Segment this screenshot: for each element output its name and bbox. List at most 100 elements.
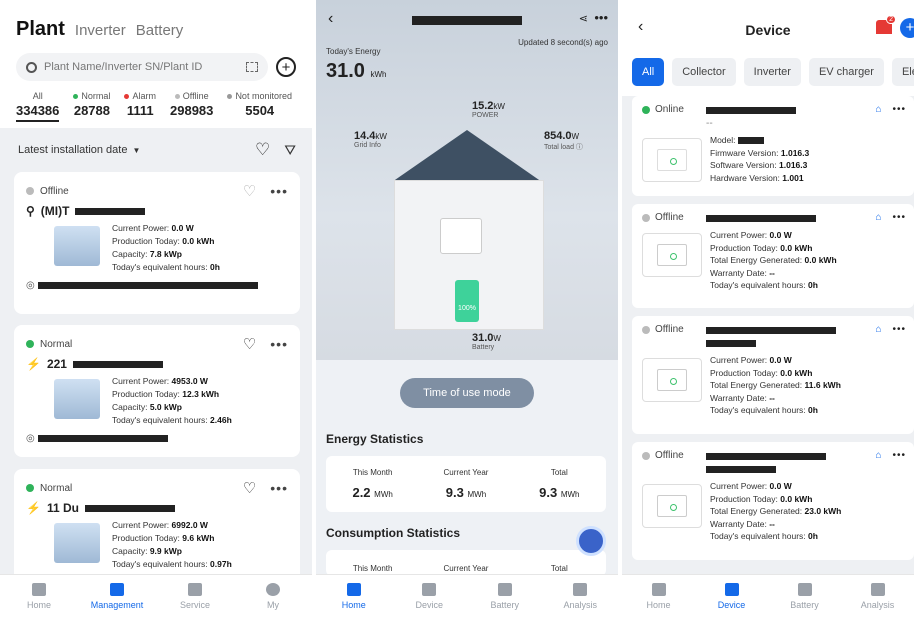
- info-value: 23.0 kWh: [804, 506, 842, 516]
- chip-inverter[interactable]: Inverter: [743, 58, 801, 86]
- production-value: 12.3 kWh: [182, 389, 220, 399]
- plant-type-icon: ⚡: [26, 357, 41, 371]
- more-icon[interactable]: •••: [892, 450, 906, 461]
- nav-device[interactable]: Device: [392, 575, 468, 618]
- nav-my[interactable]: My: [234, 575, 312, 618]
- more-icon[interactable]: •••: [270, 480, 288, 496]
- monitor-icon[interactable]: ⌂: [875, 450, 882, 461]
- info-value: --: [769, 392, 775, 403]
- add-device-button[interactable]: +: [900, 18, 914, 38]
- power-label: Current Power:: [112, 223, 170, 233]
- caret-down-icon[interactable]: ▼: [132, 146, 140, 155]
- plant-card[interactable]: Normal ♡ ••• ⚡ 221 Current Power: 4953.0 W …: [14, 325, 300, 457]
- plant-info: Current Power: 6992.0 W Production Today…: [112, 519, 232, 571]
- info-label: Today's equivalent hours:: [710, 405, 806, 415]
- plant-status: Normal: [40, 338, 73, 350]
- monitor-icon[interactable]: ⌂: [875, 212, 882, 223]
- todays-energy-value: 31.0 kWh: [326, 60, 387, 83]
- nav-battery[interactable]: Battery: [768, 575, 841, 618]
- plant-list-screen: Plant Inverter Battery Plant Name/Invert…: [0, 0, 312, 618]
- stat-offline[interactable]: Offline 298983: [170, 91, 213, 122]
- favorite-heart-icon[interactable]: ♡: [243, 479, 256, 497]
- nav-management[interactable]: Management: [78, 575, 156, 618]
- device-card[interactable]: Offline ⌂ ••• Current Power: 0.0 W Produc…: [632, 316, 914, 434]
- device-card[interactable]: Offline ⌂ ••• Current Power: 0.0 W Produc…: [632, 204, 914, 308]
- nav-device[interactable]: Device: [695, 575, 768, 618]
- tab-battery[interactable]: Battery: [136, 22, 184, 39]
- stat-value: 9.3: [539, 485, 558, 500]
- inverter-image: [642, 358, 702, 402]
- more-icon[interactable]: •••: [892, 324, 906, 335]
- redacted-device-name: [706, 214, 816, 222]
- assistant-bot-icon[interactable]: [576, 526, 606, 556]
- info-label: Today's equivalent hours:: [710, 280, 806, 290]
- stat-alarm[interactable]: Alarm 1111: [124, 91, 156, 122]
- info-value: 11.6 kWh: [804, 380, 841, 390]
- not-monitored-dot-icon: [227, 93, 233, 99]
- device-card[interactable]: Offline ⌂ ••• Current Power: 0.0 W Produc…: [632, 442, 914, 560]
- battery-icon: [797, 583, 812, 596]
- stat-normal[interactable]: Normal 28788: [73, 91, 110, 122]
- redacted-device-name: [706, 106, 796, 114]
- favorite-heart-icon[interactable]: ♡: [243, 182, 256, 200]
- share-icon[interactable]: ⋖: [579, 12, 588, 25]
- monitor-icon[interactable]: ⌂: [875, 324, 882, 335]
- stat-label: This Month: [352, 564, 393, 573]
- more-icon[interactable]: •••: [892, 212, 906, 223]
- tab-inverter[interactable]: Inverter: [75, 22, 126, 39]
- stat-label: Total: [550, 564, 568, 573]
- monitor-icon[interactable]: ⌂: [875, 104, 882, 115]
- nav-label: Home: [341, 600, 366, 610]
- production-label: Production Today:: [112, 389, 180, 399]
- nav-battery[interactable]: Battery: [467, 575, 543, 618]
- back-icon[interactable]: ‹: [328, 10, 333, 28]
- energy-statistics-box: This Month 2.2 MWh Current Year 9.3 MWh To…: [326, 456, 606, 512]
- info-value: 0h: [808, 280, 818, 290]
- power-label: Current Power:: [112, 520, 170, 530]
- chip-all[interactable]: All: [632, 58, 665, 86]
- info-value: 1.001: [782, 172, 804, 183]
- stat-all[interactable]: All 334386: [16, 91, 60, 122]
- nav-label: Battery: [790, 600, 819, 610]
- nav-analysis[interactable]: Analysis: [543, 575, 619, 618]
- chip-collector[interactable]: Collector: [672, 58, 736, 86]
- time-of-use-button[interactable]: Time of use mode: [400, 378, 534, 408]
- analysis-icon: [870, 583, 885, 596]
- nav-home[interactable]: Home: [0, 575, 78, 618]
- scan-icon[interactable]: [246, 62, 258, 72]
- add-plant-button[interactable]: +: [276, 57, 296, 77]
- battery-icon[interactable]: 100%: [455, 280, 479, 322]
- tab-plant[interactable]: Plant: [16, 18, 65, 41]
- more-icon[interactable]: •••: [892, 104, 906, 115]
- chip-electric-meter[interactable]: Electric m: [891, 58, 914, 86]
- filter-icon[interactable]: ⛛: [284, 142, 296, 159]
- nav-analysis[interactable]: Analysis: [841, 575, 914, 618]
- info-value: --: [769, 518, 775, 529]
- stat-label: Total: [550, 468, 568, 477]
- status-dot-icon: [642, 213, 650, 222]
- nav-home[interactable]: Home: [622, 575, 695, 618]
- plant-card[interactable]: Normal ♡ ••• ⚡ 11 Du Current Power: 6992.0 …: [14, 469, 300, 589]
- nav-label: Analysis: [860, 600, 895, 610]
- nav-service[interactable]: Service: [156, 575, 234, 618]
- inverter-icon[interactable]: [440, 218, 482, 254]
- device-card[interactable]: Online -- ⌂ ••• Model: Firmware Version: …: [632, 96, 914, 196]
- status-dot-icon: [26, 484, 34, 492]
- favorite-heart-icon[interactable]: ♡: [243, 335, 256, 353]
- more-icon[interactable]: •••: [270, 183, 288, 199]
- info-value: --: [769, 267, 775, 278]
- more-icon[interactable]: •••: [270, 336, 288, 352]
- more-icon[interactable]: •••: [594, 10, 608, 25]
- chip-ev-charger[interactable]: EV charger: [808, 58, 884, 86]
- nav-label: Device: [717, 600, 746, 610]
- plant-card[interactable]: Offline ♡ ••• ⚲ (MI)T Current Power: 0.0 W …: [14, 172, 300, 314]
- status-dot-icon: [642, 325, 650, 334]
- nav-home[interactable]: Home: [316, 575, 392, 618]
- hours-value: 0h: [210, 262, 220, 272]
- favorites-heart-icon[interactable]: ♡: [255, 140, 270, 160]
- sort-dropdown[interactable]: Latest installation date: [18, 144, 127, 156]
- energy-number: 31.0: [326, 60, 365, 82]
- stat-not-monitored[interactable]: Not monitored 5504: [227, 91, 292, 122]
- stat-label: Normal: [81, 91, 111, 101]
- search-input[interactable]: Plant Name/Inverter SN/Plant ID: [16, 53, 268, 81]
